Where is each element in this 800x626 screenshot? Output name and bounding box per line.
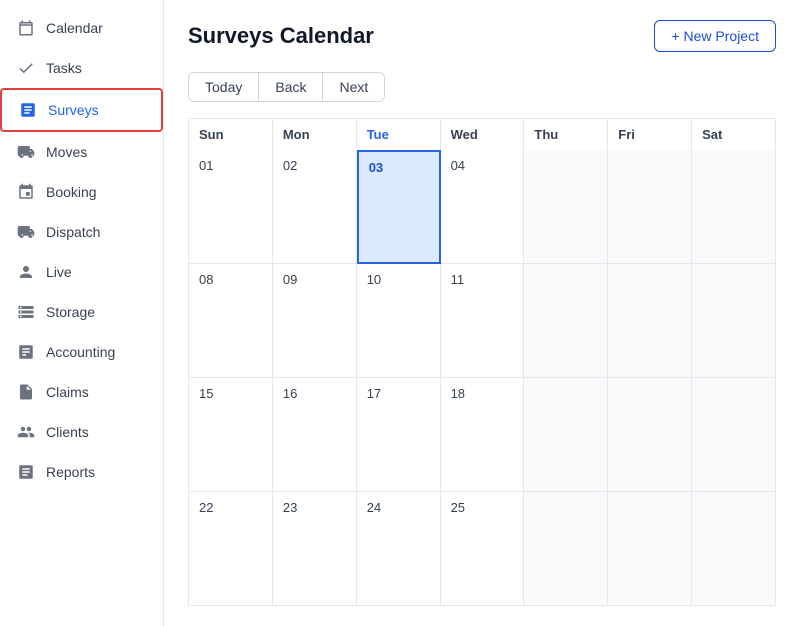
cal-cell-10[interactable]: 10 bbox=[357, 264, 441, 378]
page-header: Surveys Calendar + New Project bbox=[188, 20, 776, 52]
sidebar-item-dispatch[interactable]: Dispatch bbox=[0, 212, 163, 252]
sidebar-item-storage[interactable]: Storage bbox=[0, 292, 163, 332]
col-sat: Sat bbox=[692, 119, 776, 150]
cal-cell-r3c6 bbox=[608, 378, 692, 492]
sidebar-item-label: Reports bbox=[46, 464, 95, 480]
cal-cell-22[interactable]: 22 bbox=[189, 492, 273, 606]
calendar-icon bbox=[16, 18, 36, 38]
sidebar-item-label: Moves bbox=[46, 144, 87, 160]
col-thu: Thu bbox=[524, 119, 608, 150]
dispatch-icon bbox=[16, 222, 36, 242]
page-title: Surveys Calendar bbox=[188, 23, 374, 49]
cal-row-3: 15 16 17 18 bbox=[188, 378, 776, 492]
cal-cell-15[interactable]: 15 bbox=[189, 378, 273, 492]
cal-row-1: 01 02 03 04 bbox=[188, 150, 776, 264]
sidebar-item-clients[interactable]: Clients bbox=[0, 412, 163, 452]
cal-cell-r1c7 bbox=[692, 150, 776, 264]
sidebar-item-live[interactable]: Live bbox=[0, 252, 163, 292]
claims-icon bbox=[16, 382, 36, 402]
tasks-icon bbox=[16, 58, 36, 78]
sidebar-item-label: Surveys bbox=[48, 102, 99, 118]
booking-icon bbox=[16, 182, 36, 202]
cal-cell-18[interactable]: 18 bbox=[441, 378, 525, 492]
sidebar-item-moves[interactable]: Moves bbox=[0, 132, 163, 172]
sidebar-item-label: Calendar bbox=[46, 20, 103, 36]
moves-icon bbox=[16, 142, 36, 162]
calendar-header: Sun Mon Tue Wed Thu Fri Sat bbox=[188, 118, 776, 150]
cal-cell-16[interactable]: 16 bbox=[273, 378, 357, 492]
cal-cell-24[interactable]: 24 bbox=[357, 492, 441, 606]
cal-row-4: 22 23 24 25 bbox=[188, 492, 776, 606]
cal-cell-11[interactable]: 11 bbox=[441, 264, 525, 378]
sidebar-item-label: Storage bbox=[46, 304, 95, 320]
sidebar-item-claims[interactable]: Claims bbox=[0, 372, 163, 412]
clients-icon bbox=[16, 422, 36, 442]
today-button[interactable]: Today bbox=[188, 72, 259, 102]
sidebar-item-label: Live bbox=[46, 264, 72, 280]
sidebar-item-accounting[interactable]: Accounting bbox=[0, 332, 163, 372]
cal-cell-03[interactable]: 03 bbox=[357, 150, 441, 264]
sidebar: Calendar Tasks Surveys Moves Booking Dis… bbox=[0, 0, 164, 626]
cal-cell-r4c7 bbox=[692, 492, 776, 606]
sidebar-item-label: Claims bbox=[46, 384, 89, 400]
cal-cell-01[interactable]: 01 bbox=[189, 150, 273, 264]
cal-cell-r3c7 bbox=[692, 378, 776, 492]
col-tue: Tue bbox=[357, 119, 441, 150]
sidebar-item-surveys[interactable]: Surveys bbox=[0, 88, 163, 132]
storage-icon bbox=[16, 302, 36, 322]
sidebar-item-label: Clients bbox=[46, 424, 89, 440]
cal-cell-23[interactable]: 23 bbox=[273, 492, 357, 606]
main-content: Surveys Calendar + New Project Today Bac… bbox=[164, 0, 800, 626]
sidebar-item-label: Booking bbox=[46, 184, 97, 200]
surveys-icon bbox=[18, 100, 38, 120]
cal-cell-r2c7 bbox=[692, 264, 776, 378]
col-sun: Sun bbox=[189, 119, 273, 150]
sidebar-item-reports[interactable]: Reports bbox=[0, 452, 163, 492]
sidebar-item-label: Tasks bbox=[46, 60, 82, 76]
calendar-nav: Today Back Next bbox=[188, 72, 776, 102]
col-mon: Mon bbox=[273, 119, 357, 150]
next-button[interactable]: Next bbox=[323, 72, 385, 102]
back-button[interactable]: Back bbox=[259, 72, 323, 102]
cal-cell-r2c6 bbox=[608, 264, 692, 378]
sidebar-item-booking[interactable]: Booking bbox=[0, 172, 163, 212]
live-icon bbox=[16, 262, 36, 282]
cal-cell-04[interactable]: 04 bbox=[441, 150, 525, 264]
new-project-button[interactable]: + New Project bbox=[654, 20, 776, 52]
cal-cell-r1c5 bbox=[524, 150, 608, 264]
col-fri: Fri bbox=[608, 119, 692, 150]
cal-cell-r4c6 bbox=[608, 492, 692, 606]
cal-cell-r2c5 bbox=[524, 264, 608, 378]
cal-cell-17[interactable]: 17 bbox=[357, 378, 441, 492]
cal-cell-r3c5 bbox=[524, 378, 608, 492]
cal-cell-25[interactable]: 25 bbox=[441, 492, 525, 606]
sidebar-item-calendar[interactable]: Calendar bbox=[0, 8, 163, 48]
calendar: Sun Mon Tue Wed Thu Fri Sat 01 02 03 04 … bbox=[188, 118, 776, 606]
col-wed: Wed bbox=[441, 119, 525, 150]
cal-cell-09[interactable]: 09 bbox=[273, 264, 357, 378]
cal-cell-08[interactable]: 08 bbox=[189, 264, 273, 378]
sidebar-item-tasks[interactable]: Tasks bbox=[0, 48, 163, 88]
reports-icon bbox=[16, 462, 36, 482]
sidebar-item-label: Accounting bbox=[46, 344, 115, 360]
sidebar-item-label: Dispatch bbox=[46, 224, 100, 240]
cal-cell-r1c6 bbox=[608, 150, 692, 264]
cal-cell-r4c5 bbox=[524, 492, 608, 606]
calendar-body: 01 02 03 04 08 09 10 11 15 16 bbox=[188, 150, 776, 606]
accounting-icon bbox=[16, 342, 36, 362]
cal-row-2: 08 09 10 11 bbox=[188, 264, 776, 378]
cal-cell-02[interactable]: 02 bbox=[273, 150, 357, 264]
